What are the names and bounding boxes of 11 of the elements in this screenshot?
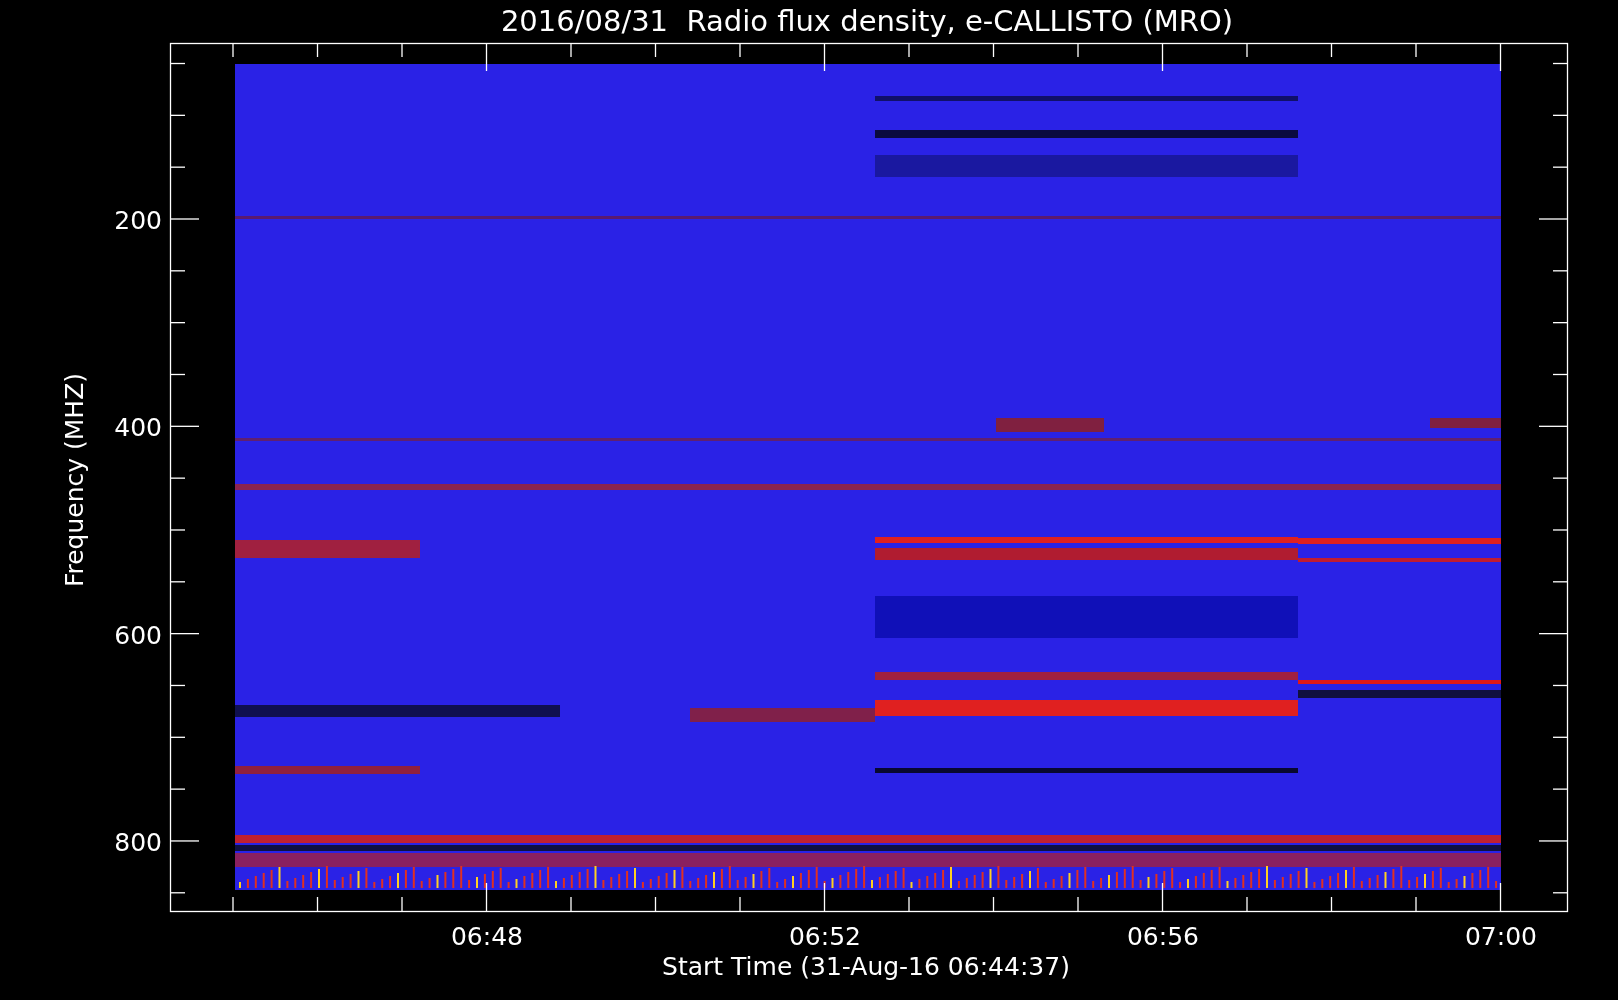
x-axis-title: Start Time (31-Aug-16 06:44:37) bbox=[662, 952, 1070, 981]
y-axis-title: Frequency (MHZ) bbox=[60, 372, 89, 588]
y-axis-label: 800 bbox=[114, 827, 162, 857]
x-axis-label: 06:48 bbox=[451, 922, 523, 951]
y-axis-label: 200 bbox=[114, 206, 162, 235]
y-axis-label: 600 bbox=[114, 620, 162, 650]
x-axis-label: 06:52 bbox=[789, 922, 861, 951]
plot-title: 2016/08/31 Radio flux density, e-CALLISTO (MRO) bbox=[500, 4, 1234, 38]
y-axis-label: 400 bbox=[114, 413, 162, 443]
x-axis-label: 06:56 bbox=[1127, 922, 1199, 951]
x-axis-label: 07:00 bbox=[1465, 922, 1537, 951]
